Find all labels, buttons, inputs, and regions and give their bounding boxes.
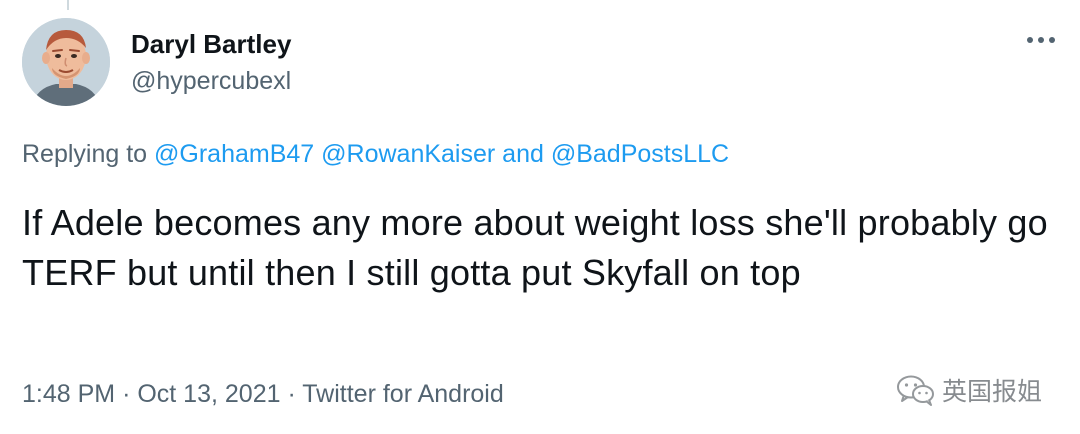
mention-joiner: and [502,140,544,168]
watermark-label: 英国报姐 [942,377,1043,406]
tweet-time[interactable]: 1:48 PM [22,380,115,408]
avatar[interactable] [22,18,110,106]
replying-to-line: Replying to @GrahamB47 @RowanKaiser and … [22,138,729,170]
thread-connector-line [67,0,69,10]
mention-link-grahamb47[interactable]: @GrahamB47 [154,140,314,168]
tweet-body-text: If Adele becomes any more about weight l… [22,202,1048,293]
mention-link-rowankaiser[interactable]: @RowanKaiser [321,140,495,168]
tweet-metadata: 1:48 PM · Oct 13, 2021 · Twitter for And… [22,377,504,411]
author-handle[interactable]: @hypercubexl [131,65,291,97]
wechat-icon [897,375,934,406]
tweet-source[interactable]: Twitter for Android [302,380,503,408]
meta-separator: · [122,380,131,408]
meta-separator: · [287,380,296,408]
more-options-button[interactable] [1022,26,1060,54]
author-block: Daryl Bartley @hypercubexl [131,28,291,97]
more-dots-icon [1027,37,1055,43]
replying-to-label: Replying to [22,140,148,168]
mention-link-badpostsllc[interactable]: @BadPostsLLC [551,140,729,168]
watermark: 英国报姐 [896,370,1042,410]
author-name[interactable]: Daryl Bartley [131,28,291,60]
tweet-date[interactable]: Oct 13, 2021 [137,380,280,408]
memoji-avatar-icon [22,18,110,106]
